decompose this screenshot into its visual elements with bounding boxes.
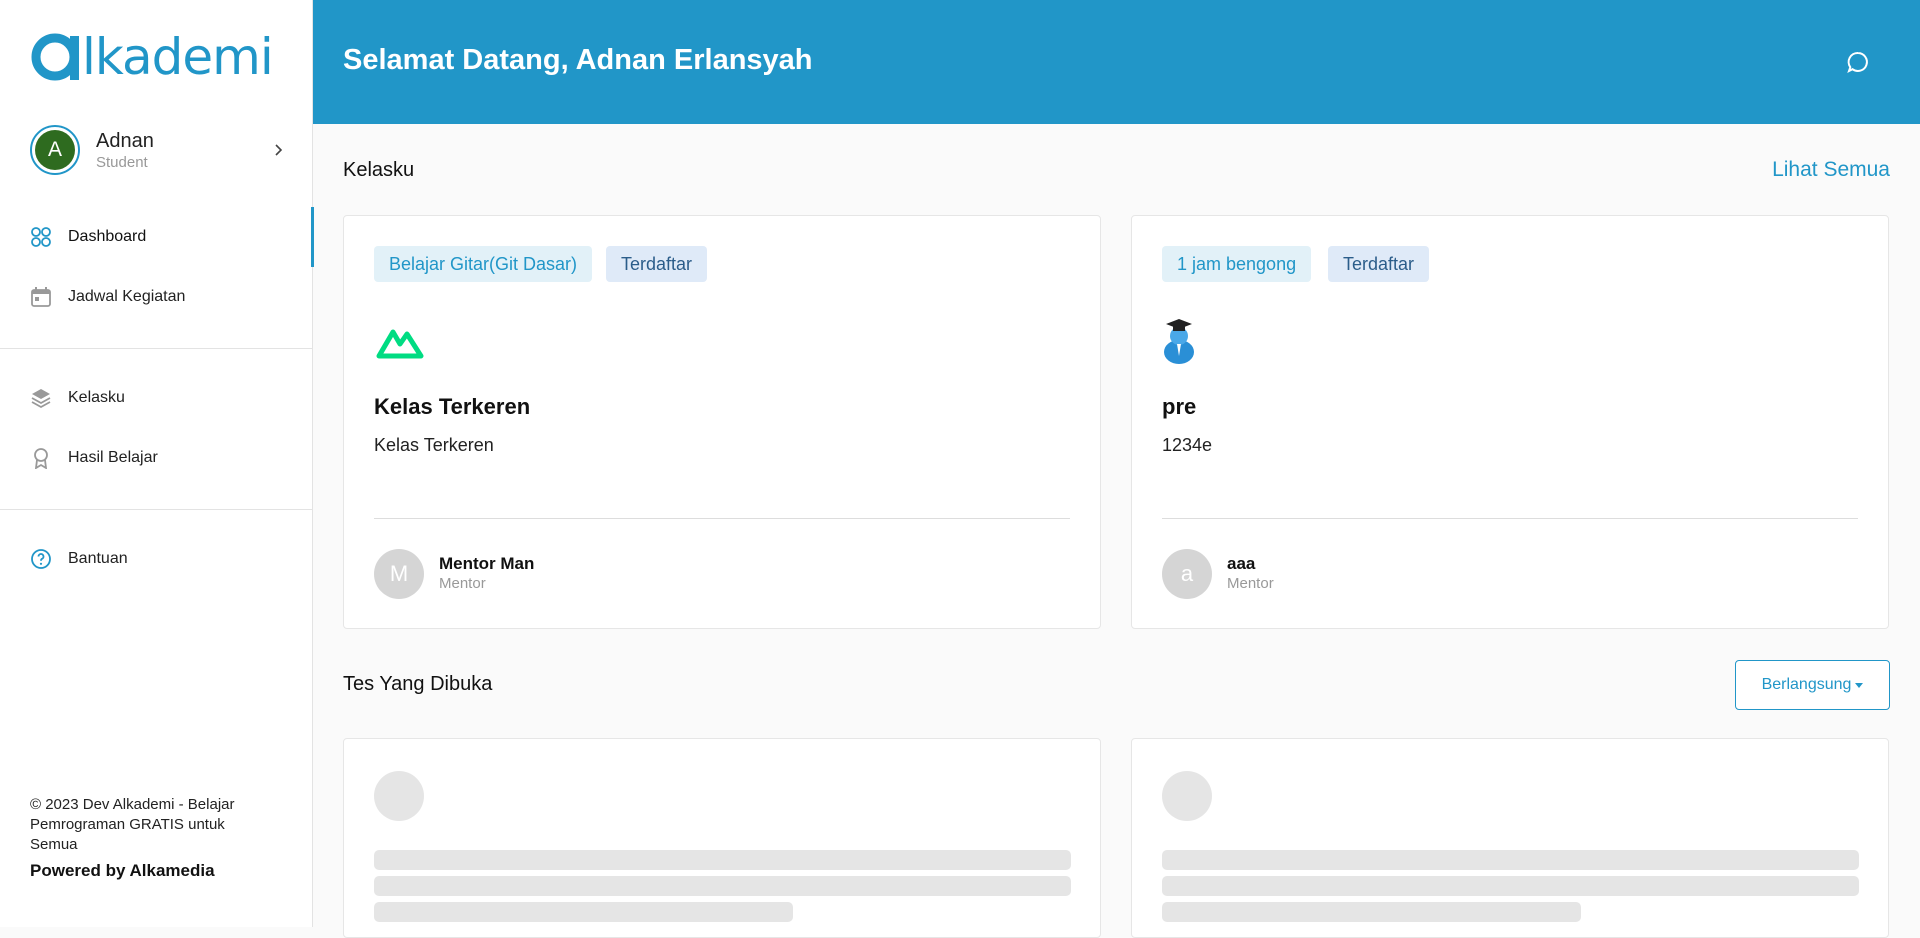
user-role: Student (96, 153, 148, 171)
footer-copyright: © 2023 Dev Alkademi - Belajar Pemrograma… (30, 796, 235, 853)
see-all-link[interactable]: Lihat Semua (1772, 158, 1890, 182)
skeleton-line (1162, 876, 1859, 896)
calendar-icon (30, 286, 52, 308)
sidebar-item-help[interactable]: Bantuan (0, 535, 313, 583)
test-card-skeleton (343, 738, 1101, 938)
category-badge: 1 jam bengong (1162, 246, 1312, 282)
sidebar-item-label: Bantuan (68, 550, 128, 567)
chat-bubble-icon (1847, 51, 1868, 74)
page-title: Selamat Datang, Adnan Erlansyah (343, 44, 813, 76)
category-badge: Belajar Gitar(Git Dasar) (374, 246, 593, 282)
test-card-skeleton (1131, 738, 1889, 938)
avatar-initial: A (35, 130, 75, 170)
class-card[interactable]: Belajar Gitar(Git Dasar) Terdaftar Kelas… (343, 215, 1101, 629)
sidebar-item-my-classes[interactable]: Kelasku (0, 374, 313, 422)
card-divider (1162, 518, 1858, 519)
skeleton-line (1162, 902, 1581, 922)
skeleton-line (1162, 850, 1859, 870)
alkademi-logo[interactable]: lkademi (30, 28, 274, 86)
section-title-classes: Kelasku (343, 159, 415, 181)
graduate-avatar-icon (1164, 319, 1194, 364)
skeleton-line (374, 902, 793, 922)
status-badge: Terdaftar (606, 246, 708, 282)
footer-powered-by: Powered by Alkamedia (30, 861, 215, 880)
layers-icon (30, 387, 52, 409)
mentor-avatar: M (374, 549, 424, 599)
help-circle-icon (30, 548, 52, 570)
class-card[interactable]: 1 jam bengong Terdaftar pre 1234e a aaa … (1131, 215, 1889, 629)
test-status-dropdown[interactable]: Berlangsung (1735, 660, 1890, 710)
top-header: Selamat Datang, Adnan Erlansyah (313, 0, 1920, 124)
alkademi-logo-mark (31, 33, 79, 81)
logo-text: lkademi (82, 28, 274, 86)
mentor-name: Mentor Man (439, 554, 535, 573)
skeleton-avatar (1162, 771, 1212, 821)
sidebar-item-results[interactable]: Hasil Belajar (0, 434, 313, 482)
class-description: 1234e (1162, 435, 1213, 455)
sidebar-item-dashboard[interactable]: Dashboard (0, 207, 314, 267)
status-badge: Terdaftar (1328, 246, 1430, 282)
sidebar-item-label: Kelasku (68, 389, 125, 406)
skeleton-avatar (374, 771, 424, 821)
card-divider (374, 518, 1070, 519)
avatar: A (30, 125, 80, 175)
caret-down-icon (1855, 682, 1864, 688)
mentor-avatar: a (1162, 549, 1212, 599)
nuxt-logo-icon (376, 329, 424, 359)
class-title: pre (1162, 394, 1197, 419)
class-title: Kelas Terkeren (374, 394, 531, 419)
chat-button[interactable] (1846, 50, 1870, 74)
mentor-role: Mentor (439, 575, 486, 592)
user-name: Adnan (96, 129, 154, 152)
sidebar-item-label: Jadwal Kegiatan (68, 288, 186, 305)
sidebar-item-label: Hasil Belajar (68, 449, 158, 466)
sidebar-item-label: Dashboard (68, 228, 147, 245)
class-description: Kelas Terkeren (374, 435, 494, 455)
sidebar: lkademi A Adnan Student Dashboard Jadwal… (0, 0, 314, 927)
dropdown-label: Berlangsung (1761, 676, 1852, 693)
award-icon (30, 447, 52, 469)
skeleton-line (374, 850, 1071, 870)
skeleton-line (374, 876, 1071, 896)
mentor-role: Mentor (1227, 575, 1274, 592)
sidebar-divider (0, 348, 313, 349)
user-profile[interactable]: A Adnan Student (30, 124, 285, 176)
section-title-tests: Tes Yang Dibuka (343, 673, 493, 695)
sidebar-divider (0, 509, 313, 510)
chevron-right-icon (275, 144, 283, 156)
mentor-name: aaa (1227, 554, 1256, 573)
grid-icon (30, 226, 52, 248)
sidebar-item-schedule[interactable]: Jadwal Kegiatan (0, 273, 313, 321)
